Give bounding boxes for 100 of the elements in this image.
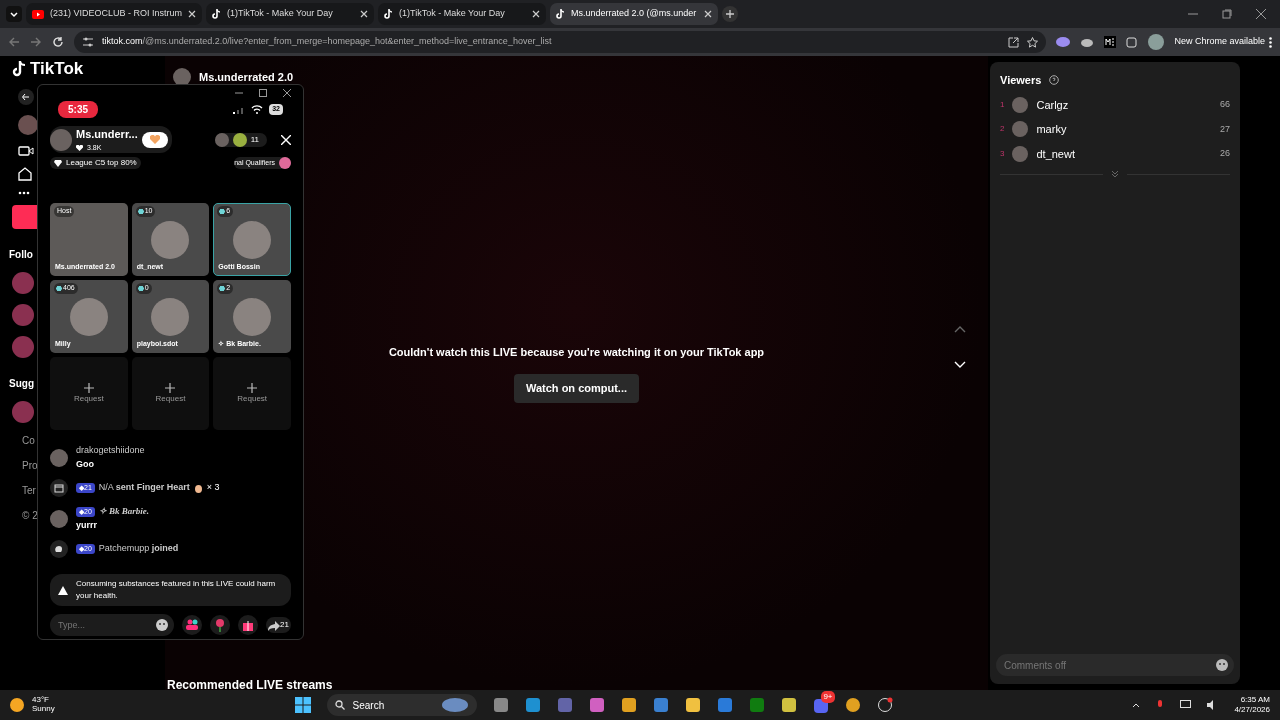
chevron-down-icon[interactable] — [954, 361, 966, 368]
restore-icon[interactable] — [1222, 9, 1232, 19]
reload-icon[interactable] — [52, 36, 64, 48]
plus-icon — [83, 382, 94, 393]
footer-link[interactable]: Ter — [22, 482, 36, 498]
diamond-icon — [54, 159, 62, 167]
monitor-icon[interactable] — [1180, 700, 1192, 710]
gift-count: × 3 — [206, 481, 220, 495]
close-icon[interactable] — [1256, 9, 1266, 19]
chat-message: yurrr — [76, 518, 98, 532]
chat-message: Goo — [76, 457, 95, 471]
clock-time[interactable]: 6:35 AM — [1234, 695, 1270, 705]
heart-icon — [149, 135, 160, 144]
address-field[interactable]: tiktok.com/@ms.underrated.2.0/live?enter_from_merge=homepage_hot&enter_method=live_entrance_hover_list — [74, 31, 1047, 53]
live-avatar — [12, 303, 34, 326]
close-icon[interactable] — [360, 10, 369, 18]
close-icon[interactable] — [188, 10, 197, 18]
rank-number: 1 — [1000, 98, 1005, 111]
viewer-name[interactable]: dt_newt — [1036, 145, 1075, 162]
share-count: 21 — [280, 619, 289, 631]
host-avatar — [50, 128, 72, 151]
panel-title: Viewers — [1000, 73, 1042, 88]
video-icon[interactable] — [18, 144, 34, 157]
commenter-avatar — [50, 448, 68, 467]
notification-badge: 9+ — [821, 691, 835, 704]
watch-button[interactable]: Watch on comput... — [514, 374, 639, 403]
search-icon — [334, 700, 345, 710]
site-logo[interactable]: TikTok — [30, 60, 84, 79]
viewer-avatar — [1012, 121, 1029, 138]
heart-icon — [76, 144, 83, 151]
site-settings-icon[interactable] — [82, 36, 94, 48]
footer-link[interactable]: Pro — [22, 457, 38, 473]
play-logo-icon — [32, 9, 44, 19]
expand-icon[interactable] — [1111, 170, 1119, 178]
browser-tab[interactable]: (231) VIDEOCLUB - ROI Instrum — [26, 3, 203, 25]
start-logo-icon[interactable] — [294, 697, 311, 713]
status-time: 5:35 — [58, 101, 98, 118]
request-slot[interactable]: Request — [131, 357, 210, 430]
update-label[interactable]: New Chrome available — [1174, 35, 1265, 49]
taskbar-search[interactable]: Search — [326, 694, 477, 716]
browser-tab[interactable]: (1)TikTok - Make Your Day — [378, 3, 547, 25]
viewer-name[interactable]: marky — [1036, 121, 1067, 138]
footer-link[interactable]: Co — [22, 432, 35, 448]
footer-link[interactable]: © 2 — [22, 507, 38, 523]
warning-icon — [58, 585, 68, 595]
warning-text: Consuming substances featured in this LIVE could harm your health. — [76, 578, 277, 602]
gift-icon[interactable] — [238, 615, 259, 635]
live-avatar — [12, 400, 34, 423]
viewer-count[interactable]: 11 — [250, 133, 259, 146]
weather-label[interactable]: Sunny — [32, 705, 55, 714]
help-icon[interactable] — [1049, 75, 1060, 86]
player-message: Couldn't watch this LIVE because you're watching it on your TikTok app — [388, 344, 765, 360]
commenter-name[interactable]: ✧ Bk Barbie. — [98, 505, 150, 519]
viewer-avatar — [232, 132, 247, 147]
follow-button[interactable] — [141, 131, 168, 148]
rose-icon[interactable] — [210, 615, 231, 635]
viewer-avatar — [1012, 145, 1029, 162]
new-tab-icon[interactable] — [722, 6, 739, 22]
plus-icon — [165, 382, 176, 393]
viewer-name[interactable]: Carlgz — [1036, 96, 1069, 113]
guest-avatar — [69, 297, 108, 336]
request-slot[interactable]: Request — [50, 357, 128, 430]
forward-icon[interactable] — [30, 36, 42, 48]
comment-input[interactable]: Type... — [50, 614, 175, 636]
gift-box-icon — [50, 479, 68, 497]
clock-date[interactable]: 4/27/2026 — [1234, 705, 1270, 715]
comment-field[interactable]: Comments off — [996, 654, 1234, 676]
close-icon[interactable] — [532, 10, 541, 18]
close-icon[interactable] — [704, 10, 713, 18]
share-button[interactable]: 21 — [266, 617, 291, 633]
section-title: Recommended LIVE streams — [167, 677, 333, 694]
close-icon[interactable] — [283, 89, 291, 97]
more-icon[interactable] — [18, 190, 30, 195]
star-icon[interactable] — [1027, 36, 1039, 48]
home-icon[interactable] — [18, 166, 32, 181]
live-avatar — [12, 335, 34, 358]
wifi-icon — [251, 105, 264, 114]
app-icon[interactable] — [716, 697, 733, 713]
emoji-icon[interactable] — [156, 619, 169, 631]
event-icon — [279, 157, 291, 169]
emoji-icon[interactable] — [1216, 659, 1228, 671]
host-name[interactable]: Ms.underr... — [76, 126, 138, 143]
rank-number: 2 — [1000, 123, 1005, 136]
open-in-app-icon[interactable] — [1008, 36, 1020, 48]
browser-tab[interactable]: (1)TikTok - Make Your Day — [206, 3, 375, 25]
share-arrow-icon — [268, 621, 281, 631]
note-logo-icon — [384, 9, 394, 19]
maximize-icon[interactable] — [259, 89, 267, 97]
section-label: Follo — [9, 247, 33, 262]
temperature[interactable]: 43°F — [32, 696, 55, 705]
back-icon[interactable] — [18, 88, 34, 105]
request-slot[interactable]: Request — [213, 357, 291, 430]
app-icon[interactable] — [780, 697, 797, 713]
streamer-name[interactable]: Ms.underrated 2.0 — [199, 68, 294, 86]
live-avatar — [12, 271, 34, 294]
commenter-name[interactable]: drakogetshiidone — [76, 444, 145, 458]
browser-tab[interactable]: Ms.underrated 2.0 (@ms.under — [550, 3, 719, 25]
more-icon[interactable] — [1269, 36, 1272, 48]
tab-list-icon[interactable] — [6, 6, 22, 22]
extension-icon[interactable] — [1104, 36, 1117, 48]
